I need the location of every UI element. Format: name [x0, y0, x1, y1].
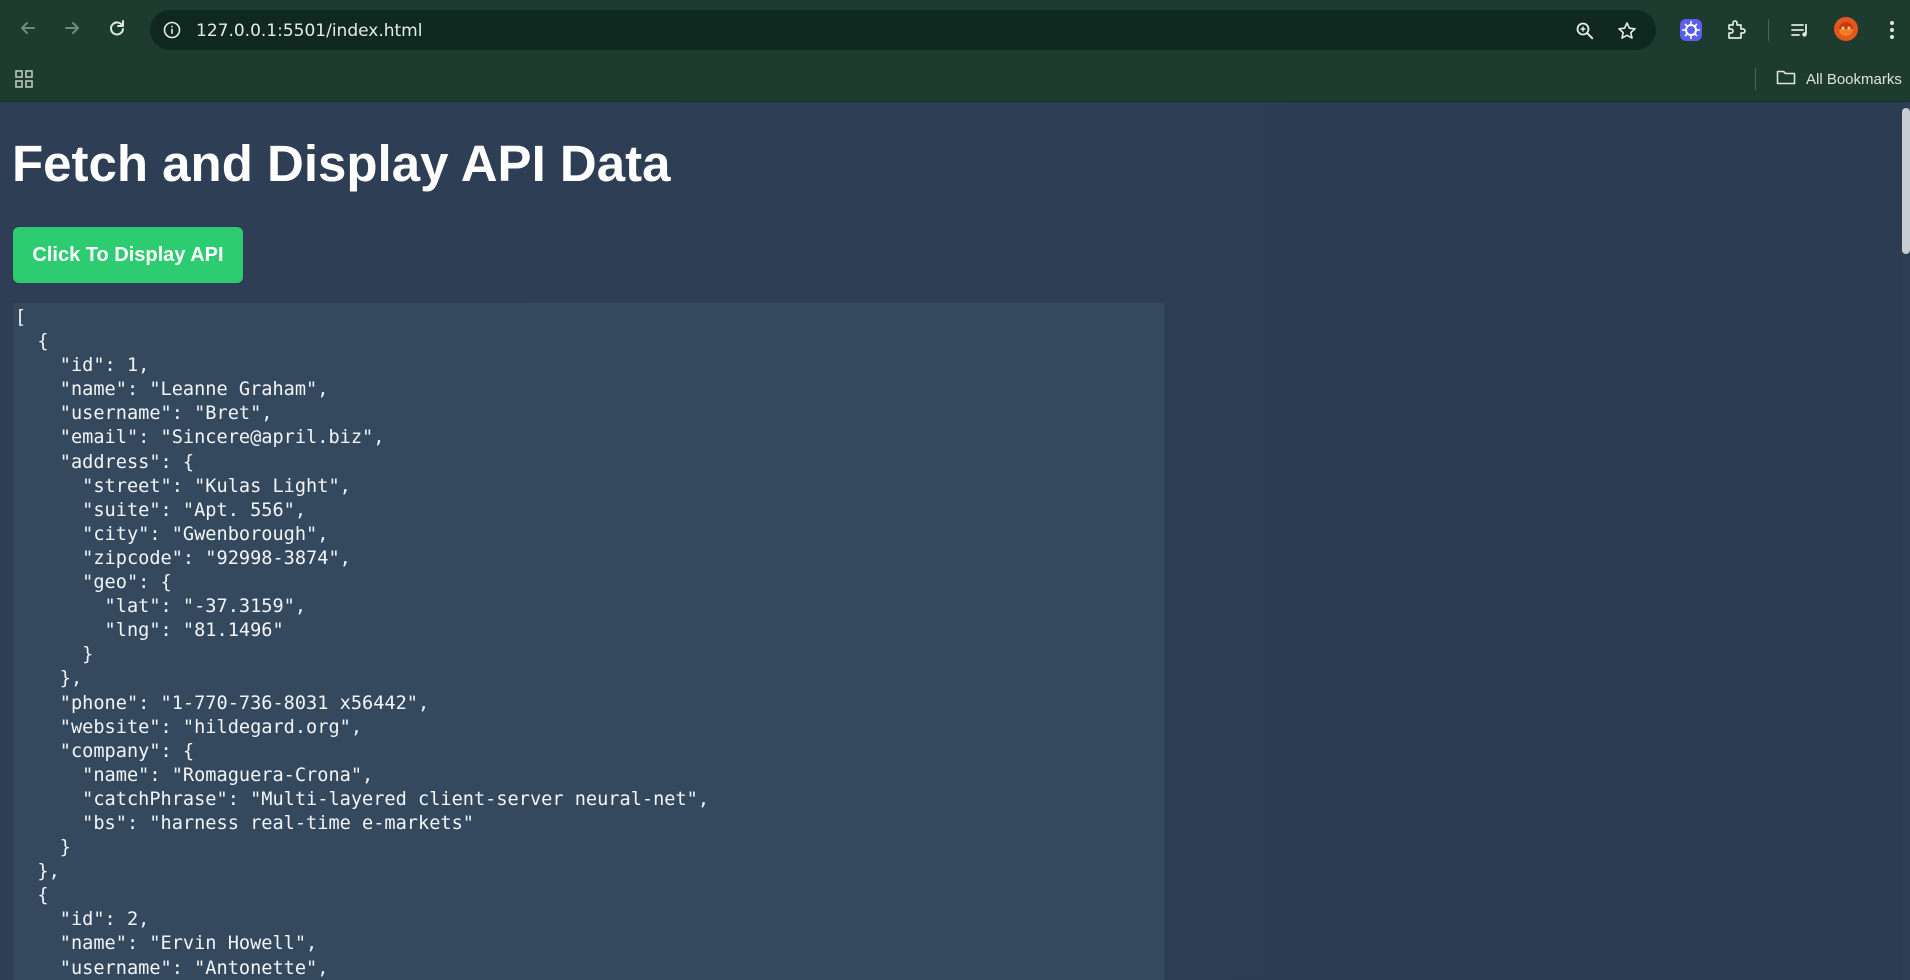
profile-avatar-icon[interactable]: [1832, 15, 1860, 43]
forward-arrow-icon[interactable]: [58, 14, 86, 42]
all-bookmarks-label: All Bookmarks: [1806, 70, 1902, 88]
page-viewport: Fetch and Display API Data Click To Disp…: [0, 102, 1910, 980]
bookmarks-bar: All Bookmarks: [0, 60, 1910, 102]
all-bookmarks-button[interactable]: All Bookmarks: [1776, 66, 1902, 92]
toolbar-divider: [1768, 19, 1769, 41]
extension-icon[interactable]: [1677, 16, 1705, 44]
url-text[interactable]: 127.0.0.1:5501/index.html: [196, 21, 422, 41]
address-bar[interactable]: 127.0.0.1:5501/index.html: [150, 10, 1656, 50]
browser-toolbar: 127.0.0.1:5501/index.html: [0, 0, 1910, 60]
scrollbar-thumb[interactable]: [1902, 108, 1910, 254]
page-scrollbar[interactable]: [1902, 102, 1910, 980]
api-json-output: [ { "id": 1, "name": "Leanne Graham", "u…: [15, 307, 710, 979]
puzzle-icon[interactable]: [1722, 16, 1750, 44]
browser-chrome: 127.0.0.1:5501/index.html All Bookmarks: [0, 0, 1910, 102]
folder-icon: [1776, 68, 1796, 90]
media-icon[interactable]: [1786, 16, 1814, 44]
reload-icon[interactable]: [103, 14, 131, 42]
zoom-icon[interactable]: [1574, 20, 1596, 42]
page-title: Fetch and Display API Data: [12, 135, 671, 192]
api-output-panel: [ { "id": 1, "name": "Leanne Graham", "u…: [13, 303, 1165, 980]
back-arrow-icon[interactable]: [14, 14, 42, 42]
apps-grid-icon[interactable]: [13, 68, 35, 90]
bookmarks-divider: [1755, 68, 1756, 90]
display-api-button[interactable]: Click To Display API: [13, 227, 243, 283]
site-info-icon[interactable]: [162, 20, 182, 40]
star-icon[interactable]: [1616, 20, 1638, 42]
kebab-menu-icon[interactable]: [1878, 16, 1906, 44]
